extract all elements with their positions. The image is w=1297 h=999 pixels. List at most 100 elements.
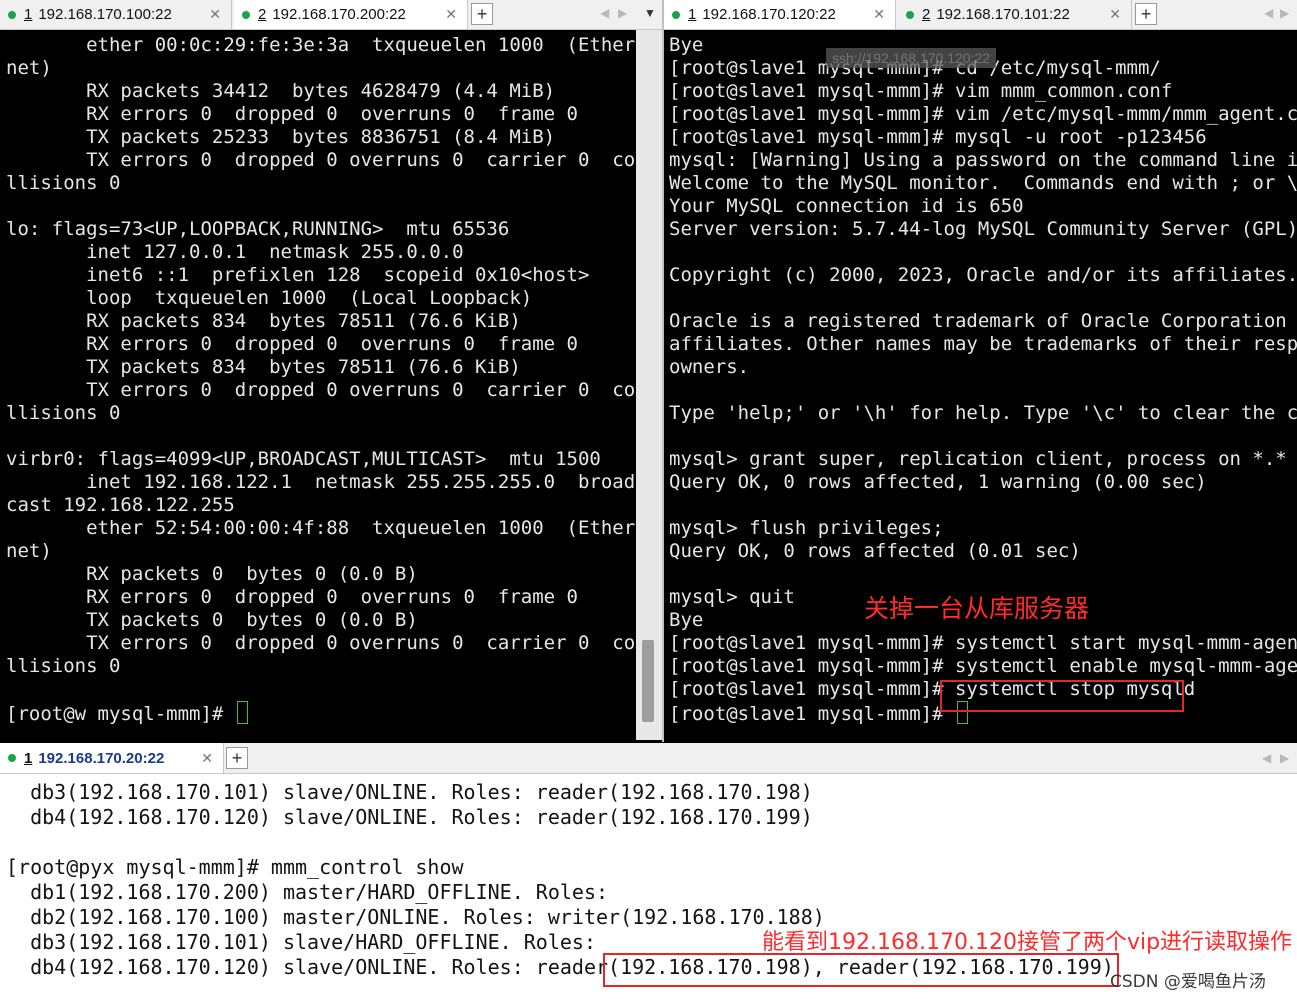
terminal-line: TX errors 0 dropped 0 overruns 0 carrier… <box>6 149 636 171</box>
tab-list-dropdown-icon[interactable]: ▼ <box>644 6 656 20</box>
terminal-line: RX errors 0 dropped 0 overruns 0 frame 0 <box>6 333 578 355</box>
terminal-line: [root@slave1 mysql-mmm]# vim /etc/mysql-… <box>669 103 1297 125</box>
terminal-line: Your MySQL connection id is 650 <box>669 195 1024 217</box>
terminal-line: inet 192.168.122.1 netmask 255.255.255.0… <box>6 471 636 493</box>
scroll-tabs-left-icon[interactable]: ◀ <box>1262 751 1271 765</box>
terminal-line: net) <box>6 540 52 562</box>
terminal-line: virbr0: flags=4099<UP,BROADCAST,MULTICAS… <box>6 448 601 470</box>
tab-number: 2 <box>258 6 267 23</box>
terminal-line: mysql> grant super, replication client, … <box>669 448 1297 470</box>
terminal-line: mysql> flush privileges; <box>669 517 944 539</box>
terminal-line: Welcome to the MySQL monitor. Commands e… <box>669 172 1297 194</box>
terminal-line: ether 00:0c:29:fe:3e:3a txqueuelen 1000 … <box>6 34 636 56</box>
terminal-line: affiliates. Other names may be trademark… <box>669 333 1297 355</box>
terminal-prompt: [root@slave1 mysql-mmm]# <box>669 703 955 725</box>
connection-status-icon <box>8 754 16 762</box>
stop-slave-annotation: 关掉一台从库服务器 <box>864 594 1090 623</box>
terminal-line: db4(192.168.170.120) slave/ONLINE. Roles… <box>6 805 813 829</box>
bottom-tab-bar: 1 192.168.170.20:22 ✕ + ◀ ▶ <box>0 743 1297 774</box>
tab-192-168-170-120[interactable]: 1 192.168.170.120:22 ✕ <box>664 0 896 29</box>
right-terminal-pane[interactable]: Bye [root@slave1 mysql-mmm]# cd /etc/mysq… <box>664 30 1297 740</box>
reader-vips-highlight-box <box>603 953 1119 987</box>
terminal-line: llisions 0 <box>6 172 121 194</box>
terminal-line: inet 127.0.0.1 netmask 255.0.0.0 <box>6 241 464 263</box>
left-scrollbar-thumb[interactable] <box>642 640 654 722</box>
terminal-line: ether 52:54:00:00:4f:88 txqueuelen 1000 … <box>6 517 636 539</box>
scroll-tabs-right-icon[interactable]: ▶ <box>618 6 627 20</box>
terminal-line: RX packets 834 bytes 78511 (76.6 KiB) <box>6 310 521 332</box>
terminal-line: loop txqueuelen 1000 (Local Loopback) <box>6 287 533 309</box>
terminal-line: llisions 0 <box>6 402 121 424</box>
close-icon[interactable]: ✕ <box>873 6 885 23</box>
csdn-watermark: CSDN @爱喝鱼片汤 <box>1110 972 1266 992</box>
terminal-line: [root@slave1 mysql-mmm]# systemctl enabl… <box>669 655 1297 677</box>
left-tab-bar: 1 192.168.170.100:22 ✕ 2 192.168.170.200… <box>0 0 662 30</box>
scroll-tabs-right-icon[interactable]: ▶ <box>1280 6 1289 20</box>
left-terminal-output: ether 00:0c:29:fe:3e:3a txqueuelen 1000 … <box>6 34 636 725</box>
left-terminal-pane[interactable]: ether 00:0c:29:fe:3e:3a txqueuelen 1000 … <box>0 30 636 740</box>
scroll-tabs-right-icon[interactable]: ▶ <box>1280 751 1289 765</box>
tab-label: 192.168.170.101:22 <box>936 6 1070 23</box>
left-scrollbar[interactable] <box>636 30 662 740</box>
terminal-line: RX errors 0 dropped 0 overruns 0 frame 0 <box>6 586 578 608</box>
terminal-line: Query OK, 0 rows affected, 1 warning (0.… <box>669 471 1207 493</box>
tab-label: 192.168.170.100:22 <box>38 6 172 23</box>
terminal-line: Oracle is a registered trademark of Orac… <box>669 310 1297 332</box>
new-tab-button[interactable]: + <box>226 747 248 769</box>
new-tab-button[interactable]: + <box>1135 3 1157 25</box>
terminal-line: RX packets 0 bytes 0 (0.0 B) <box>6 563 418 585</box>
tab-label: 192.168.170.20:22 <box>38 749 165 767</box>
terminal-line: TX errors 0 dropped 0 overruns 0 carrier… <box>6 379 636 401</box>
scroll-tabs-left-icon[interactable]: ◀ <box>1264 6 1273 20</box>
terminal-line: TX packets 0 bytes 0 (0.0 B) <box>6 609 418 631</box>
terminal-cursor <box>236 701 248 724</box>
terminal-line: [root@pyx mysql-mmm]# mmm_control show <box>6 855 464 879</box>
terminal-line: [root@slave1 mysql-mmm]# mysql -u root -… <box>669 126 1207 148</box>
terminal-line: db1(192.168.170.200) master/HARD_OFFLINE… <box>6 880 609 904</box>
new-tab-button[interactable]: + <box>471 3 493 25</box>
connection-status-icon <box>906 10 914 19</box>
connection-status-icon <box>8 10 16 19</box>
terminal-prompt-line: [root@w mysql-mmm]# <box>6 701 635 725</box>
pane-divider[interactable] <box>662 0 664 742</box>
tab-number: 1 <box>688 6 697 23</box>
terminal-line: cast 192.168.122.255 <box>6 494 235 516</box>
terminal-line: owners. <box>669 356 750 378</box>
stop-mysqld-highlight-box <box>940 680 1184 712</box>
close-icon[interactable]: ✕ <box>209 6 221 23</box>
close-icon[interactable]: ✕ <box>445 6 457 23</box>
terminal-line: Type 'help;' or '\h' for help. Type '\c'… <box>669 402 1297 424</box>
tab-192-168-170-101[interactable]: 2 192.168.170.101:22 ✕ <box>898 0 1132 29</box>
terminal-line: Copyright (c) 2000, 2023, Oracle and/or … <box>669 264 1297 286</box>
terminal-line: [root@slave1 mysql-mmm]# systemctl start… <box>669 632 1297 654</box>
terminal-line: mysql: [Warning] Using a password on the… <box>669 149 1297 171</box>
terminal-line: TX packets 834 bytes 78511 (76.6 KiB) <box>6 356 521 378</box>
tab-192-168-170-100[interactable]: 1 192.168.170.100:22 ✕ <box>0 0 232 29</box>
terminal-line: lo: flags=73<UP,LOOPBACK,RUNNING> mtu 65… <box>6 218 510 240</box>
scroll-tabs-left-icon[interactable]: ◀ <box>600 6 609 20</box>
tab-label: 192.168.170.200:22 <box>272 6 406 23</box>
tab-number: 2 <box>922 6 931 23</box>
tab-192-168-170-200[interactable]: 2 192.168.170.200:22 ✕ <box>234 0 468 29</box>
connection-status-icon <box>242 10 250 19</box>
tab-number: 1 <box>24 6 33 23</box>
terminal-prompt: [root@w mysql-mmm]# <box>6 703 235 725</box>
tab-192-168-170-20[interactable]: 1 192.168.170.20:22 ✕ <box>0 743 224 773</box>
tab-number: 1 <box>24 749 33 767</box>
close-icon[interactable]: ✕ <box>1109 6 1121 23</box>
close-icon[interactable]: ✕ <box>201 750 213 767</box>
right-tab-bar: 1 192.168.170.120:22 ✕ 2 192.168.170.101… <box>664 0 1297 30</box>
terminal-line: Query OK, 0 rows affected (0.01 sec) <box>669 540 1081 562</box>
terminal-line: db3(192.168.170.101) slave/ONLINE. Roles… <box>6 780 813 804</box>
terminal-line: TX packets 25233 bytes 8836751 (8.4 MiB) <box>6 126 556 148</box>
